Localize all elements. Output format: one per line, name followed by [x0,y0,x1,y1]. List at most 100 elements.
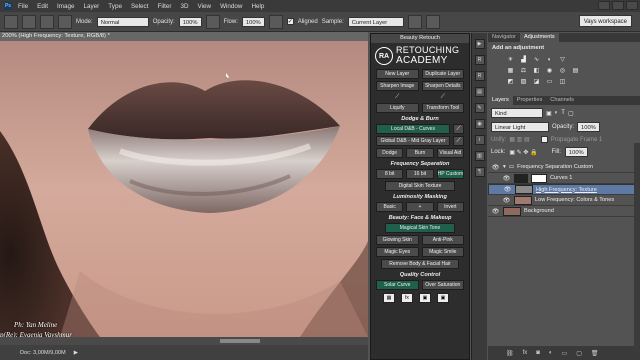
plus-button[interactable]: + [406,202,434,212]
canvas[interactable] [0,41,368,337]
menu-edit[interactable]: Edit [37,3,48,10]
effect-icon[interactable]: fx [401,293,413,303]
play-icon[interactable]: ▶ [474,39,485,49]
magic-eyes-button[interactable]: Magic Eyes [376,247,419,257]
levels-icon[interactable]: ▟ [519,56,528,64]
hp-custom-button[interactable]: HP Custom [436,169,464,179]
info-icon[interactable]: i [474,135,485,145]
liquify-button[interactable]: Liquify [376,103,419,113]
magic-smile-button[interactable]: Magic Smile [421,247,464,257]
color-lookup-icon[interactable]: ▤ [571,67,580,75]
menu-file[interactable]: File [18,3,28,10]
filter-type-icon[interactable]: T [561,110,565,116]
brightness-icon[interactable]: ☀ [506,56,515,64]
brush-icon[interactable]: ✎ [474,103,485,113]
trash-icon[interactable]: 🗑 [591,350,599,357]
close-button[interactable] [626,1,638,10]
clone-source-panel-icon[interactable]: ◉ [474,119,485,129]
posterize-icon[interactable]: ▨ [519,78,528,86]
clone-source-icon[interactable] [58,14,72,29]
lock-icons[interactable]: ▣ ✎ ✥ 🔒 [509,149,537,156]
pressure-size-icon[interactable] [425,14,440,29]
group-icon[interactable]: ▭ [562,350,568,357]
exposure-icon[interactable]: ◐ [545,56,554,64]
ignore-adjustment-icon[interactable] [407,14,422,29]
glowing-skin-button[interactable]: Glowing Skin [376,235,419,245]
menu-3d[interactable]: 3D [180,3,188,10]
tab-channels[interactable]: Channels [546,96,578,105]
menu-select[interactable]: Select [131,3,149,10]
visibility-eye-icon[interactable]: 👁 [502,197,511,204]
layer-row-low-frequency[interactable]: 👁 Low Frequency: Colors & Tones [488,195,640,206]
digital-skin-texture-button[interactable]: Digital Skin Texture [385,181,455,191]
tab-adjustments[interactable]: Adjustments [519,33,559,42]
menu-type[interactable]: Type [108,3,122,10]
vibrance-icon[interactable]: ▽ [558,56,567,64]
aligned-checkbox[interactable]: ✓ [286,18,294,25]
airbrush-icon[interactable] [268,14,283,29]
duplicate-layer-button[interactable]: Duplicate Layer [421,69,464,79]
tab-properties[interactable]: Properties [513,96,547,105]
layer-row-background[interactable]: 👁 Background [488,206,640,217]
history-icon[interactable]: ▤ [474,87,485,97]
sharpen-details-button[interactable]: Sharpen Details [421,81,464,91]
selective-color-icon[interactable]: ◫ [558,78,567,86]
menu-view[interactable]: View [198,3,212,10]
transform-brush-icon[interactable]: ⟋ [441,94,445,101]
burn-button[interactable]: Burn [406,148,434,158]
gradient-map-icon[interactable]: ▭ [545,78,554,86]
visibility-eye-icon[interactable]: 👁 [491,208,500,215]
horizontal-scrollbar[interactable] [0,337,368,345]
invert-button[interactable]: Invert [436,202,464,212]
black-white-icon[interactable]: ◧ [532,67,541,75]
curves-icon[interactable]: ∿ [532,56,541,64]
16bit-button[interactable]: 16 bit [406,169,434,179]
menu-filter[interactable]: Filter [157,3,171,10]
flow-input[interactable]: 100% [241,16,265,27]
layer-filter-kind[interactable]: Kind [491,108,543,118]
menu-help[interactable]: Help [251,3,264,10]
histogram-icon[interactable]: ▦ [383,293,395,303]
document-tab[interactable]: 200% (High Frequency: Texture, RGB/8) * [0,32,368,41]
threshold-icon[interactable]: ◪ [532,78,541,86]
solar-curve-button[interactable]: Solar Curve [376,280,419,290]
paragraph-icon[interactable]: ¶ [474,167,485,177]
layer-row-group[interactable]: 👁 ▾ ▭ Frequency Separation Custom [488,162,640,173]
new-layer-icon[interactable]: ▢ [576,350,582,357]
global-db-button[interactable]: Global D&B - Mid Gray Layer [376,136,450,146]
menu-window[interactable]: Window [220,3,242,10]
sharpen-image-button[interactable]: Sharpen Image [376,81,419,91]
fx-icon[interactable]: fx [523,350,528,356]
filter-shape-icon[interactable]: ▢ [568,110,574,117]
filter-adjust-icon[interactable]: ◐ [555,110,559,116]
tab-layers[interactable]: Layers [488,96,513,105]
save-tif-icon[interactable]: ▣ [437,293,449,303]
basic-button[interactable]: Basic [376,202,404,212]
visibility-eye-icon[interactable]: 👁 [502,175,511,182]
new-layer-button[interactable]: New Layer [376,69,419,79]
visibility-eye-icon[interactable]: 👁 [491,164,500,171]
local-db-curves-button[interactable]: Local D&B - Curves [376,124,450,134]
8bit-button[interactable]: 8 bit [376,169,404,179]
dodge-button[interactable]: Dodge [376,148,404,158]
channel-mixer-icon[interactable]: ◎ [558,67,567,75]
local-db-brush-icon[interactable]: ⟋ [453,124,464,134]
pressure-opacity-icon[interactable] [205,14,220,29]
maximize-button[interactable] [612,1,624,10]
mode-select[interactable]: Normal [96,16,149,27]
minimize-button[interactable] [598,1,610,10]
menu-layer[interactable]: Layer [84,3,100,10]
status-arrow-icon[interactable]: ▶ [74,350,78,356]
remove-hair-button[interactable]: Remove Body & Facial Hair [381,259,459,269]
invert-icon[interactable]: ◩ [506,78,515,86]
transform-tool-button[interactable]: Transform Tool [421,103,464,113]
unify-icons[interactable]: ▦ ▥ ▤ [509,136,529,143]
hue-sat-icon[interactable]: ▦ [506,67,515,75]
menu-image[interactable]: Image [57,3,75,10]
photo-filter-icon[interactable]: ◉ [545,67,554,75]
fill-input[interactable]: 100% [564,147,588,157]
sample-select[interactable]: Current Layer [347,16,404,27]
blend-mode-select[interactable]: Linear Light [491,122,549,132]
brush-panel-icon[interactable] [40,14,54,29]
ra-panel-icon[interactable]: R [474,55,485,65]
